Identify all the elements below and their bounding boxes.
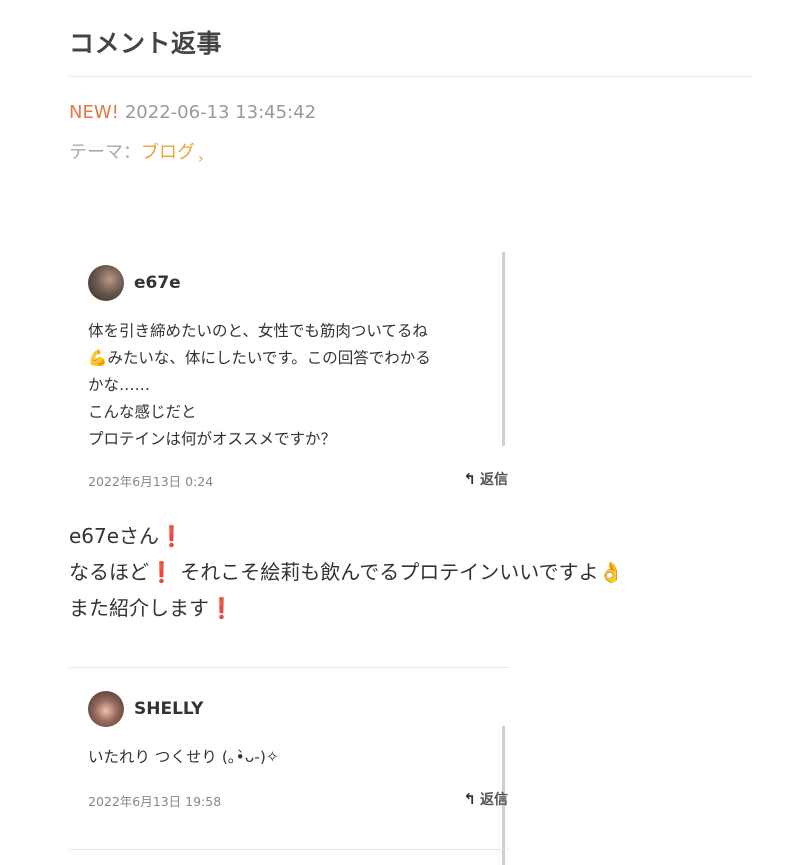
chevron-right-icon: › [198, 151, 204, 167]
post-meta: NEW! 2022-06-13 13:45:42 [69, 102, 316, 123]
comment-divider [69, 667, 509, 668]
page-title: コメント返事 [69, 29, 223, 58]
exclamation-icon: ❗ [209, 596, 234, 620]
reply-label: 返信 [480, 472, 508, 488]
comment-author[interactable]: SHELLY [134, 699, 203, 719]
author-response: e67eさん❗ なるほど❗ それこそ絵莉も飲んでるプロテインいいですよ👌 また紹… [69, 518, 624, 626]
theme-line: テーマ：ブログ › [69, 138, 204, 167]
exclamation-icon: ❗ [149, 560, 174, 584]
response-line: e67eさん❗ [69, 524, 184, 548]
response-line: なるほど❗ それこそ絵莉も飲んでるプロテインいいですよ👌 [69, 560, 624, 584]
new-badge: NEW! [69, 102, 119, 123]
avatar[interactable] [88, 265, 124, 301]
avatar[interactable] [88, 691, 124, 727]
comment-side-bar [502, 252, 505, 446]
comment-line: 💪みたいな、体にしたいです。この回答でわかる [88, 349, 431, 367]
exclamation-icon: ❗ [159, 524, 184, 548]
comment-footer: 2022年6月13日 0:24 ↰ 返信 [88, 469, 508, 493]
comment-author[interactable]: e67e [134, 273, 181, 293]
comment-header: SHELLY [88, 690, 508, 728]
response-line: また紹介します❗ [69, 596, 234, 620]
comment-header: e67e [88, 264, 508, 302]
reply-button[interactable]: ↰ 返信 [463, 469, 508, 489]
comment-card: SHELLY いたれり つくせり (｡•̀ᴗ-)✧ 2022年6月13日 19:… [88, 690, 508, 865]
reply-icon: ↰ [463, 790, 476, 808]
comment-body: いたれり つくせり (｡•̀ᴗ-)✧ [88, 744, 508, 771]
comment-body: 体を引き締めたいのと、女性でも筋肉ついてるね 💪みたいな、体にしたいです。この回… [88, 318, 508, 453]
comment-card: e67e 体を引き締めたいのと、女性でも筋肉ついてるね 💪みたいな、体にしたいで… [88, 252, 508, 493]
muscle-emoji-icon: 💪 [88, 349, 108, 367]
comment-date: 2022年6月13日 0:24 [88, 474, 214, 489]
comment-footer: 2022年6月13日 19:58 ↰ 返信 [88, 789, 508, 813]
comment-line: こんな感じだと [88, 403, 197, 421]
theme-prefix: テーマ： [69, 142, 141, 163]
comment-line: プロテインは何がオススメですか？ [88, 430, 337, 448]
reply-icon: ↰ [463, 470, 476, 488]
comment-divider [69, 849, 509, 850]
comment-line: いたれり つくせり (｡•̀ᴗ-)✧ [88, 748, 279, 766]
reply-button[interactable]: ↰ 返信 [463, 789, 508, 809]
comment-line: かな…… [88, 376, 151, 394]
ok-hand-icon: 👌 [598, 560, 624, 584]
post-datetime: 2022-06-13 13:45:42 [124, 102, 317, 123]
theme-link[interactable]: ブログ [141, 142, 195, 163]
comment-line: 体を引き締めたいのと、女性でも筋肉ついてるね [88, 322, 428, 340]
reply-label: 返信 [480, 792, 508, 808]
title-divider [69, 76, 752, 77]
comment-date: 2022年6月13日 19:58 [88, 794, 222, 809]
